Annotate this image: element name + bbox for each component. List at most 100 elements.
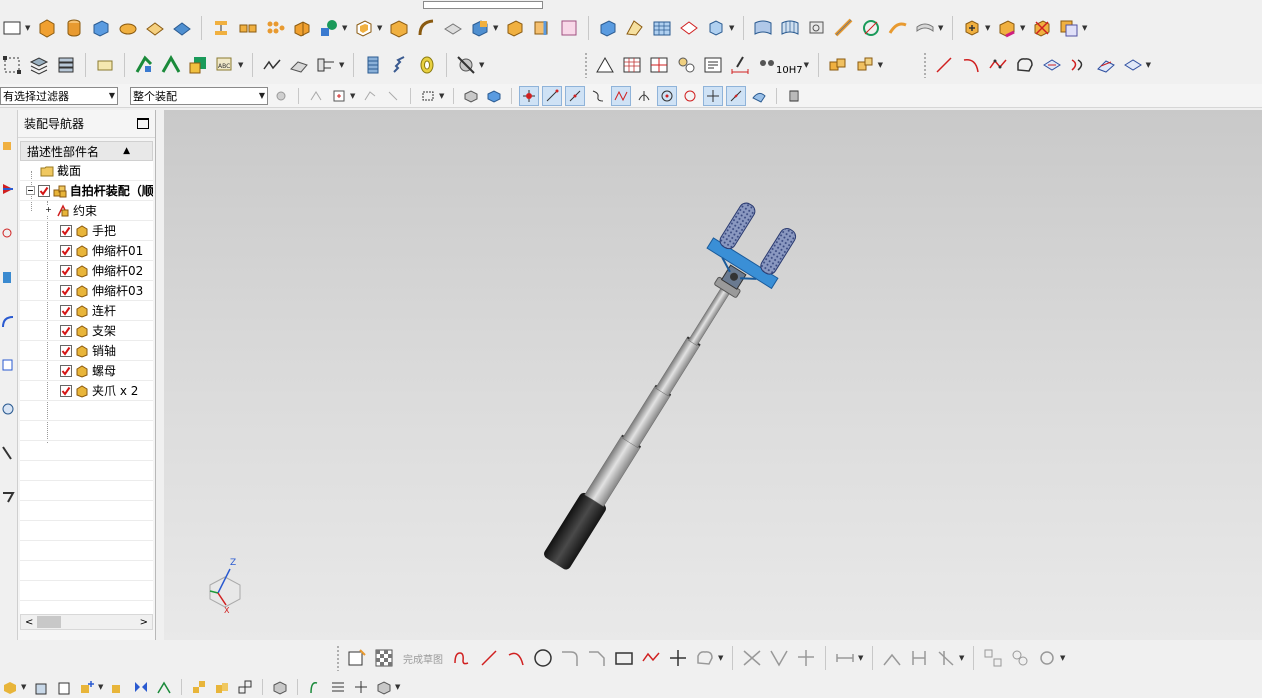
scroll-thumb[interactable] xyxy=(37,616,61,628)
horizontal-scrollbar[interactable]: < > xyxy=(20,614,153,630)
snap-control-point-icon[interactable] xyxy=(611,85,631,106)
revolve-icon[interactable] xyxy=(704,16,728,40)
drawing-sheet-icon[interactable] xyxy=(701,53,725,77)
dropdown-caret[interactable]: ▼ xyxy=(858,654,865,662)
pad-icon[interactable] xyxy=(116,16,140,40)
clearance-icon[interactable] xyxy=(328,677,348,697)
table-icon[interactable] xyxy=(620,53,644,77)
geometric-constraint-icon[interactable] xyxy=(880,646,904,670)
dropdown-caret[interactable]: ▼ xyxy=(985,24,992,32)
dropdown-caret[interactable]: ▼ xyxy=(1146,61,1153,69)
part-navigator-tab-icon[interactable] xyxy=(0,224,17,242)
web-browser-tab-icon[interactable] xyxy=(0,312,17,330)
constraint-icon[interactable] xyxy=(159,53,183,77)
assembly-navigator-tab-icon[interactable] xyxy=(0,136,17,154)
filter-gear-icon[interactable] xyxy=(271,86,291,106)
bookmark-icon[interactable] xyxy=(784,86,804,106)
collapse-icon[interactable]: − xyxy=(26,186,35,195)
snap-line-icon[interactable] xyxy=(542,85,562,106)
shell-icon[interactable] xyxy=(352,16,376,40)
polyline-icon[interactable] xyxy=(986,53,1010,77)
bearing-icon[interactable] xyxy=(415,53,439,77)
unite-icon[interactable] xyxy=(290,16,314,40)
patch-icon[interactable] xyxy=(557,16,581,40)
visibility-checkbox[interactable] xyxy=(60,244,72,257)
sketch-arc-icon[interactable] xyxy=(504,646,528,670)
draft-icon[interactable] xyxy=(441,16,465,40)
sketch-grid-icon[interactable] xyxy=(647,53,671,77)
dropdown-caret[interactable]: ▼ xyxy=(878,61,885,69)
faceted-icon[interactable] xyxy=(677,16,701,40)
move-body-icon[interactable] xyxy=(374,677,394,697)
sweep-icon[interactable] xyxy=(623,16,647,40)
spring-icon[interactable] xyxy=(388,53,412,77)
tube-icon[interactable] xyxy=(314,53,338,77)
scroll-left-icon[interactable]: < xyxy=(25,617,33,628)
sketch-dimension-icon[interactable] xyxy=(833,646,857,670)
edge-blend-icon[interactable] xyxy=(387,16,411,40)
extrude-icon[interactable] xyxy=(209,16,233,40)
visibility-checkbox[interactable] xyxy=(60,344,72,357)
box-icon[interactable] xyxy=(35,16,59,40)
dropdown-caret[interactable]: ▼ xyxy=(479,61,486,69)
n-sided-icon[interactable] xyxy=(859,16,883,40)
wave-geometry-icon[interactable] xyxy=(270,677,290,697)
dropdown-caret[interactable]: ▼ xyxy=(25,24,32,32)
visibility-checkbox[interactable] xyxy=(60,264,72,277)
selection-filter-select[interactable]: 有选择过滤器 ▼ xyxy=(0,86,118,105)
snap-endpoint-icon[interactable] xyxy=(519,85,539,106)
dropdown-caret[interactable]: ▼ xyxy=(729,24,736,32)
pattern-icon[interactable] xyxy=(236,16,260,40)
snap-center-icon[interactable] xyxy=(657,85,677,106)
chamfer-icon[interactable] xyxy=(414,16,438,40)
dropdown-caret[interactable]: ▼ xyxy=(350,92,357,100)
tree-item-part-pin[interactable]: 销轴 xyxy=(20,341,153,361)
profile-icon[interactable] xyxy=(450,646,474,670)
visibility-checkbox[interactable] xyxy=(60,324,72,337)
expand-icon[interactable]: + xyxy=(44,206,53,215)
pattern-curve-icon[interactable] xyxy=(1008,646,1032,670)
snap-quadrant-icon[interactable] xyxy=(680,86,700,106)
dropdown-caret[interactable]: ▼ xyxy=(804,61,811,69)
studio-surface-icon[interactable] xyxy=(751,16,775,40)
dropdown-caret[interactable]: ▼ xyxy=(718,654,725,662)
trim-body-icon[interactable] xyxy=(468,16,492,40)
roles-tab-icon[interactable] xyxy=(0,488,17,506)
assembly-tree-icon[interactable] xyxy=(0,53,24,77)
dropdown-caret[interactable]: ▼ xyxy=(377,24,384,32)
tree-item-part-rod-02[interactable]: 伸缩杆02 xyxy=(20,261,153,281)
sheet-icon[interactable] xyxy=(54,677,74,697)
arc-icon[interactable] xyxy=(959,53,983,77)
sew-icon[interactable] xyxy=(530,16,554,40)
dropdown-caret[interactable]: ▼ xyxy=(493,24,500,32)
finish-sketch-icon[interactable] xyxy=(372,646,396,670)
dropdown-caret[interactable]: ▼ xyxy=(1082,24,1089,32)
top-partial-combo[interactable] xyxy=(423,1,543,9)
interference-icon[interactable] xyxy=(351,677,371,697)
offset-surface-icon[interactable] xyxy=(913,16,937,40)
visibility-checkbox[interactable] xyxy=(60,364,72,377)
sketch-circle-icon[interactable] xyxy=(531,646,555,670)
solid-block-icon[interactable] xyxy=(596,16,620,40)
split-body-icon[interactable] xyxy=(503,16,527,40)
fillet-icon[interactable] xyxy=(558,646,582,670)
body-filter-icon[interactable] xyxy=(461,86,481,106)
offset-curve-icon[interactable] xyxy=(1067,53,1091,77)
sketch-settings-icon[interactable] xyxy=(1035,646,1059,670)
routing-icon[interactable] xyxy=(305,677,325,697)
swept-surface-icon[interactable] xyxy=(832,16,856,40)
auto-constrain-icon[interactable] xyxy=(934,646,958,670)
sequence-icon[interactable] xyxy=(212,677,232,697)
link-rod[interactable] xyxy=(688,287,731,346)
dropdown-caret[interactable]: ▼ xyxy=(1060,654,1067,662)
deselect-icon[interactable] xyxy=(383,86,403,106)
visibility-checkbox[interactable] xyxy=(37,184,50,197)
spring-stack-icon[interactable] xyxy=(361,53,385,77)
through-curves-icon[interactable] xyxy=(778,16,802,40)
visibility-checkbox[interactable] xyxy=(60,284,72,297)
line-icon[interactable] xyxy=(932,53,956,77)
telescopic-rod-03[interactable] xyxy=(655,336,701,397)
bridge-curve-icon[interactable] xyxy=(1094,53,1118,77)
arrangement-icon[interactable] xyxy=(235,677,255,697)
quick-trim-icon[interactable] xyxy=(740,646,764,670)
